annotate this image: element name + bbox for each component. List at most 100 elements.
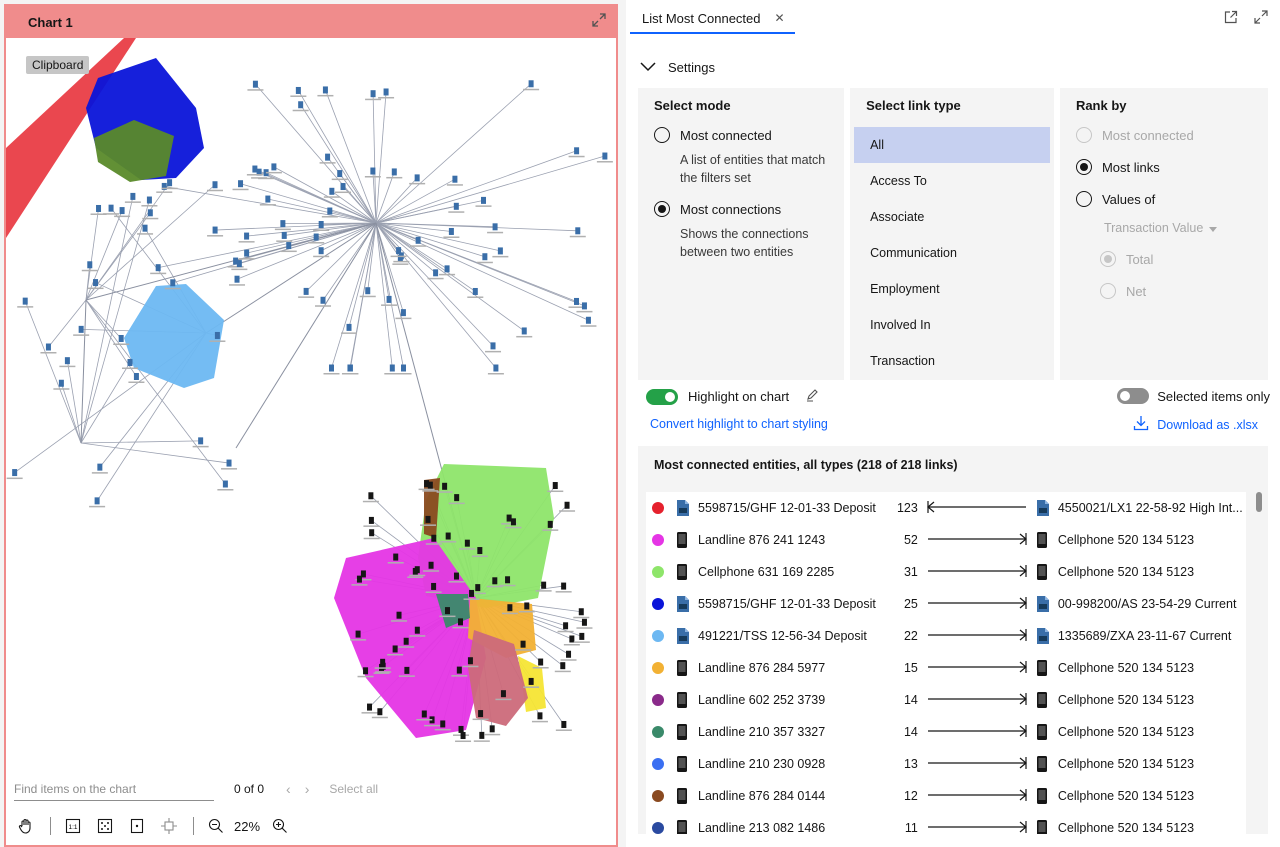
target-entity[interactable]: Cellphone 520 134 5123 (1058, 661, 1246, 675)
source-entity[interactable]: Cellphone 631 169 2285 (698, 565, 886, 579)
chevron-left-icon[interactable]: ‹ (286, 781, 291, 797)
mode-most-connected-radio[interactable]: Most connected (654, 127, 828, 143)
source-entity[interactable]: Landline 210 230 0928 (698, 757, 886, 771)
target-entity[interactable]: 4550021/LX1 22-58-92 High Int... (1058, 501, 1246, 515)
maximize-icon[interactable] (592, 12, 606, 32)
link-type-item[interactable]: Associate (854, 199, 1050, 235)
maximize-icon[interactable] (1254, 10, 1268, 29)
tab-actions (1224, 10, 1268, 29)
rank-most-links-radio[interactable]: Most links (1075, 159, 1252, 175)
close-icon[interactable]: ✕ (775, 11, 785, 25)
pan-hand-icon[interactable] (14, 814, 38, 838)
highlighter-icon[interactable] (805, 388, 819, 405)
target-entity[interactable]: Cellphone 520 134 5123 (1058, 757, 1246, 771)
radio-icon (654, 127, 670, 143)
total-radio[interactable]: Total (1099, 251, 1252, 267)
radio-icon (1099, 251, 1116, 267)
source-entity[interactable]: Landline 876 284 5977 (698, 661, 886, 675)
link-type-item[interactable]: Access To (854, 163, 1050, 199)
group-color-dot (652, 694, 664, 706)
rank-most-connected-radio[interactable]: Most connected (1075, 127, 1252, 143)
source-entity[interactable]: Landline 876 241 1243 (698, 533, 886, 547)
result-row[interactable]: Landline 876 284 5977 15 Cellphone 520 134… (646, 652, 1246, 684)
direction-arrow-icon (918, 723, 1030, 742)
link-type-item[interactable]: Employment (854, 271, 1050, 307)
convert-highlight-link[interactable]: Convert highlight to chart styling (650, 417, 828, 431)
dropdown-value: Transaction Value (1103, 221, 1204, 235)
group-color-dot (652, 758, 664, 770)
radio-label: Most links (1101, 159, 1160, 175)
link-type-item[interactable]: Involved In (854, 307, 1050, 343)
source-entity[interactable]: Landline 210 357 3327 (698, 725, 886, 739)
result-row[interactable]: Landline 210 357 3327 14 Cellphone 520 134… (646, 716, 1246, 748)
group-color-dot (652, 822, 664, 834)
result-row[interactable]: 5598715/GHF 12-01-33 Deposit 25 00-998200/… (646, 588, 1246, 620)
highlight-toggle[interactable] (646, 388, 678, 405)
center-icon[interactable] (157, 814, 181, 838)
link-type-item[interactable]: All (854, 127, 1050, 163)
mode-most-connections-radio[interactable]: Most connections (654, 201, 828, 217)
source-entity[interactable]: 5598715/GHF 12-01-33 Deposit (698, 501, 886, 515)
source-entity[interactable]: Landline 602 252 3739 (698, 693, 886, 707)
network-graph[interactable] (6, 38, 616, 770)
source-entity[interactable]: 5598715/GHF 12-01-33 Deposit (698, 597, 886, 611)
target-entity[interactable]: Cellphone 520 134 5123 (1058, 533, 1246, 547)
result-row[interactable]: Landline 213 082 1486 11 Cellphone 520 134… (646, 812, 1246, 834)
target-entity[interactable]: Cellphone 520 134 5123 (1058, 693, 1246, 707)
link-type-item[interactable]: Transaction (854, 343, 1050, 379)
chevron-right-icon[interactable]: › (305, 781, 310, 797)
target-entity[interactable]: 1335689/ZXA 23-11-67 Current (1058, 629, 1246, 643)
target-entity[interactable]: Cellphone 520 134 5123 (1058, 821, 1246, 834)
source-entity[interactable]: 491221/TSS 12-56-34 Deposit (698, 629, 886, 643)
results-title: Most connected entities, all types (218 … (638, 446, 1268, 484)
settings-accordion[interactable]: Settings (626, 52, 1280, 82)
select-mode-section: Select mode Most connected A list of ent… (638, 88, 845, 380)
results-list[interactable]: 5598715/GHF 12-01-33 Deposit 123 4550021/L… (646, 492, 1246, 834)
link-type-item[interactable]: Communication (854, 235, 1050, 271)
phone-icon (1036, 819, 1050, 834)
radio-icon (1075, 159, 1092, 175)
net-radio[interactable]: Net (1099, 283, 1252, 299)
target-entity[interactable]: Cellphone 520 134 5123 (1058, 725, 1246, 739)
bank-account-icon (676, 627, 690, 645)
target-entity[interactable]: Cellphone 520 134 5123 (1058, 565, 1246, 579)
value-field-dropdown[interactable]: Transaction Value (1104, 221, 1252, 235)
bank-account-icon (1036, 595, 1050, 613)
result-row[interactable]: Landline 876 241 1243 52 Cellphone 520 134… (646, 524, 1246, 556)
results-container: 5598715/GHF 12-01-33 Deposit 123 4550021/L… (638, 484, 1268, 834)
find-items-input[interactable] (14, 777, 214, 801)
zoom-in-icon[interactable] (268, 814, 292, 838)
target-entity[interactable]: 00-998200/AS 23-54-29 Current (1058, 597, 1246, 611)
results-scrollbar[interactable] (1256, 492, 1262, 828)
result-row[interactable]: Landline 876 284 0144 12 Cellphone 520 134… (646, 780, 1246, 812)
popout-icon[interactable] (1224, 10, 1238, 29)
select-all-button[interactable]: Select all (329, 782, 378, 796)
fit-selection-icon[interactable] (125, 814, 149, 838)
tab-list-most-connected[interactable]: List Most Connected ✕ (630, 4, 795, 34)
highlight-label: Highlight on chart (688, 389, 790, 404)
selected-only-toggle[interactable] (1117, 388, 1150, 404)
mode-description: Shows the connections between two entiti… (680, 227, 809, 259)
direction-arrow-icon (918, 787, 1030, 806)
source-entity[interactable]: Landline 876 284 0144 (698, 789, 886, 803)
fit-to-screen-icon[interactable] (93, 814, 117, 838)
link-count: 13 (903, 757, 918, 771)
link-count: 123 (896, 501, 918, 515)
result-row[interactable]: Cellphone 631 169 2285 31 Cellphone 520 13… (646, 556, 1246, 588)
settings-label: Settings (668, 59, 715, 75)
source-entity[interactable]: Landline 213 082 1486 (698, 821, 886, 834)
result-row[interactable]: Landline 210 230 0928 13 Cellphone 520 134… (646, 748, 1246, 780)
target-entity[interactable]: Cellphone 520 134 5123 (1058, 789, 1246, 803)
network-chart-canvas[interactable]: Clipboard (6, 38, 616, 770)
rank-values-of-radio[interactable]: Values of (1075, 191, 1252, 207)
result-row[interactable]: Landline 602 252 3739 14 Cellphone 520 134… (646, 684, 1246, 716)
zoom-out-icon[interactable] (204, 814, 228, 838)
scroll-thumb[interactable] (1256, 492, 1262, 512)
rank-by-heading: Rank by (1075, 98, 1127, 113)
result-row[interactable]: 491221/TSS 12-56-34 Deposit 22 1335689/ZXA… (646, 620, 1246, 652)
actual-size-icon[interactable]: 1:1 (61, 814, 85, 838)
phone-icon (676, 723, 690, 741)
result-row[interactable]: 5598715/GHF 12-01-33 Deposit 123 4550021/L… (646, 492, 1246, 524)
download-xlsx-button[interactable]: Download as .xlsx (1133, 415, 1258, 434)
link-count: 15 (903, 661, 918, 675)
